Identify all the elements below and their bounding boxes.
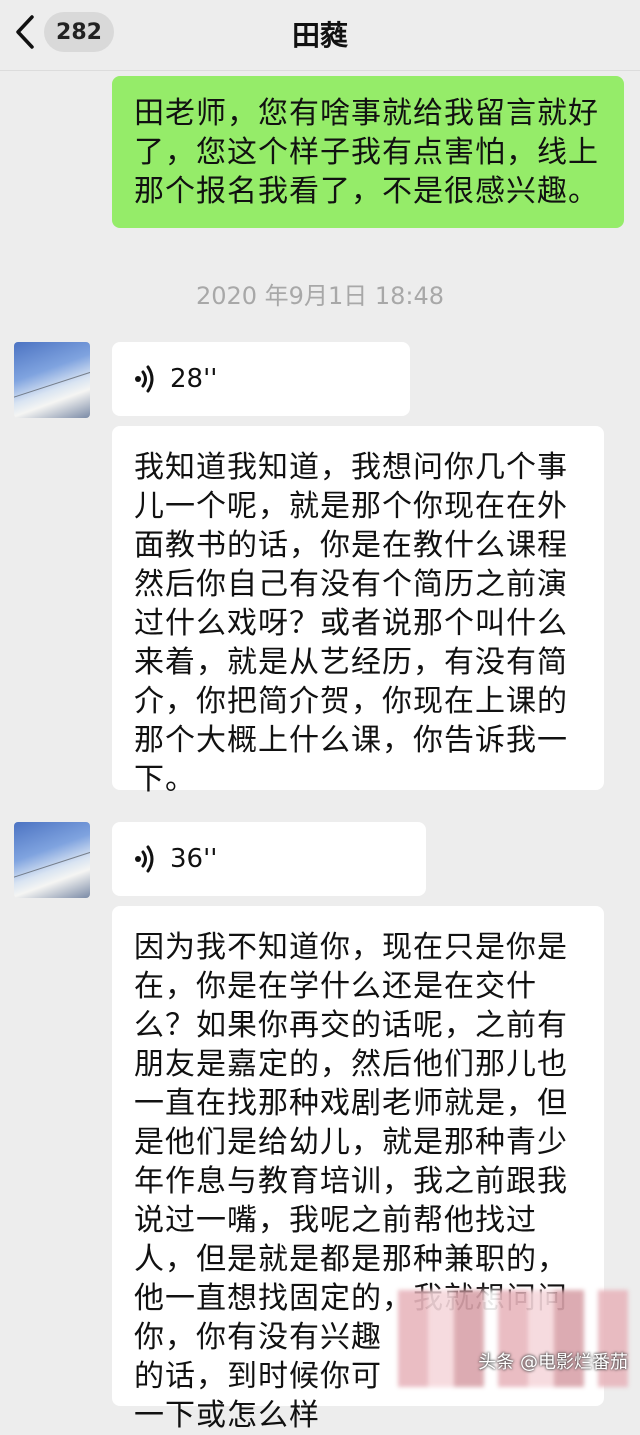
contact-avatar[interactable]	[14, 822, 90, 898]
contact-avatar[interactable]	[14, 342, 90, 418]
message-line: 一直在找那种戏剧老师就是，但	[134, 1086, 568, 1121]
transcription-bubble[interactable]: 我知道我知道，我想问你几个事 儿一个呢，就是那个你现在在外 面教书的话，你是在教…	[112, 426, 604, 797]
message-line: 年作息与教育培训，我之前跟我	[134, 1164, 568, 1199]
sent-message-bubble[interactable]: 田老师，您有啥事就给我留言就好 了，您这个样子我有点害怕，线上 那个报名我看了，…	[112, 76, 624, 228]
message-line: 是他们是给幼儿，就是那种青少	[134, 1125, 568, 1160]
message-line: 田老师，您有啥事就给我留言就好	[134, 96, 599, 131]
message-line: 人，但是就是都是那种兼职的，	[134, 1242, 568, 1277]
message-line: 下。	[134, 762, 196, 797]
message-line: 在，你是在学什么还是在交什	[134, 969, 537, 1004]
voice-duration: 36''	[170, 844, 218, 874]
voice-wave-icon	[135, 365, 154, 393]
voice-wave-icon	[135, 845, 154, 873]
message-line: 朋友是嘉定的，然后他们那儿也	[134, 1047, 568, 1082]
message-line: 我知道我知道，我想问你几个事	[134, 450, 568, 485]
voice-duration: 28''	[170, 364, 218, 394]
navigation-bar: 282 田蕤	[0, 0, 640, 71]
watermark: 头条 @电影烂番茄	[478, 1352, 628, 1373]
message-line: 那个大概上什么课，你告诉我一	[134, 723, 568, 758]
chat-title: 田蕤	[291, 19, 348, 52]
message-line: 说过一嘴，我呢之前帮他找过	[134, 1203, 537, 1238]
message-line: 了，您这个样子我有点害怕，线上	[134, 135, 599, 170]
message-line: 介，你把简介贺，你现在上课的	[134, 684, 568, 719]
voice-message[interactable]: 36''	[112, 822, 426, 896]
message-line: 面教书的话，你是在教什么课程	[134, 528, 568, 563]
voice-message[interactable]: 28''	[112, 342, 410, 416]
message-line: 一下或怎么样	[134, 1398, 320, 1433]
message-line: 儿一个呢，就是那个你现在在外	[134, 489, 568, 524]
message-line: 因为我不知道你，现在只是你是	[134, 930, 568, 965]
message-line: 过什么戏呀？或者说那个叫什么	[134, 606, 568, 641]
message-line: 么？如果你再交的话呢，之前有	[134, 1008, 568, 1043]
message-timestamp: 2020 年9月1日 18:48	[195, 282, 445, 310]
message-line: 然后你自己有没有个简历之前演	[134, 567, 568, 602]
message-line: 那个报名我看了，不是很感兴趣。	[134, 174, 599, 209]
message-line: 来着，就是从艺经历，有没有简	[134, 645, 568, 680]
